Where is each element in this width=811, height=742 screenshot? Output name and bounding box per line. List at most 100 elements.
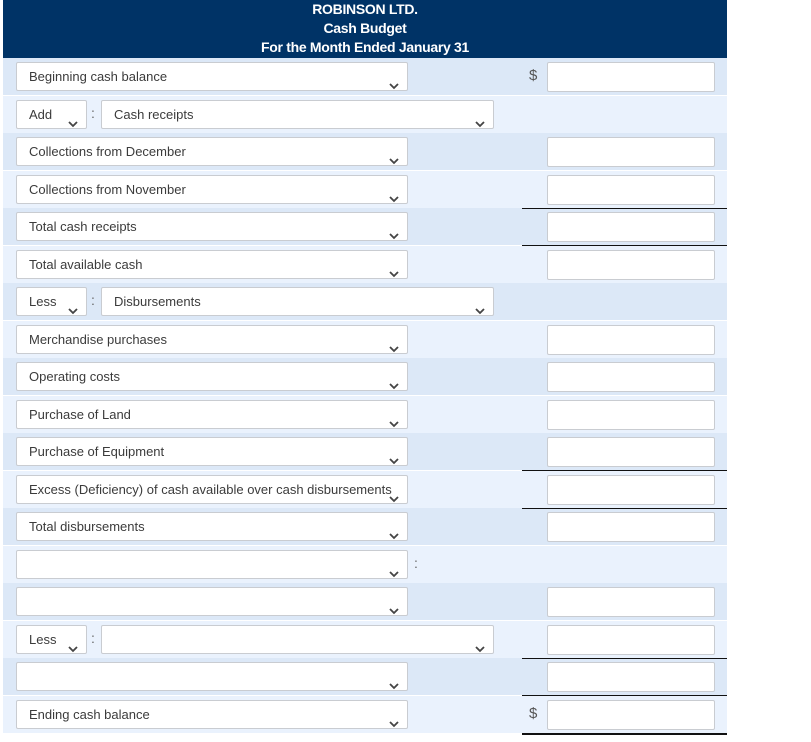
chevron-down-icon: [389, 597, 399, 615]
total-underline: [522, 507, 727, 509]
budget-row: Operating costs: [3, 358, 727, 395]
amount-input[interactable]: [547, 362, 715, 392]
amount-input[interactable]: [547, 587, 715, 617]
amount-input[interactable]: [547, 62, 715, 92]
budget-row: Purchase of Equipment: [3, 433, 727, 470]
budget-row: Total disbursements: [3, 508, 727, 545]
budget-row: Purchase of Land: [3, 395, 727, 433]
amount-input[interactable]: [547, 474, 715, 505]
chevron-down-icon: [389, 560, 399, 577]
chevron-down-icon: [389, 485, 399, 502]
chevron-down-icon: [389, 710, 399, 727]
amount-input[interactable]: [547, 699, 715, 730]
amount-input[interactable]: [547, 324, 715, 355]
chevron-down-icon: [475, 297, 485, 315]
line-item-select[interactable]: [16, 662, 408, 691]
budget-row: Merchandise purchases: [3, 320, 727, 358]
select-value: Collections from December: [29, 144, 186, 159]
section-heading-select[interactable]: [101, 624, 494, 654]
line-item-select[interactable]: Operating costs: [16, 362, 408, 391]
total-underline: [522, 245, 727, 246]
budget-row: Excess (Deficiency) of cash available ov…: [3, 470, 727, 508]
add-less-select[interactable]: Less: [16, 624, 87, 654]
budget-row: Beginning cash balance $: [3, 58, 727, 95]
select-value: Total cash receipts: [29, 219, 137, 234]
colon-separator: :: [91, 104, 95, 121]
chevron-down-icon: [68, 297, 78, 315]
colon-separator: :: [414, 554, 418, 571]
heading-select[interactable]: [16, 549, 408, 579]
budget-row: Collections from December: [3, 133, 727, 170]
budget-row: Ending cash balance $: [3, 695, 727, 733]
select-value: Total disbursements: [29, 519, 145, 534]
budget-row: Collections from November: [3, 170, 727, 208]
select-value: Disbursements: [114, 294, 201, 309]
amount-input[interactable]: [547, 662, 715, 692]
line-item-select[interactable]: Purchase of Equipment: [16, 437, 408, 466]
select-value: Collections from November: [29, 181, 186, 197]
select-value: Operating costs: [29, 369, 121, 384]
amount-input[interactable]: [547, 399, 715, 430]
chevron-down-icon: [389, 522, 399, 540]
budget-row: [3, 583, 727, 620]
chevron-down-icon: [389, 222, 399, 240]
section-heading-select[interactable]: Disbursements: [101, 287, 494, 316]
chevron-down-icon: [389, 147, 399, 165]
select-value: Merchandise purchases: [29, 331, 168, 347]
budget-row: Add: Cash receipts: [3, 95, 727, 133]
chevron-down-icon: [389, 335, 399, 352]
select-value: Purchase of Land: [29, 406, 131, 422]
total-underline: [522, 470, 727, 471]
chevron-down-icon: [475, 110, 485, 127]
line-item-select[interactable]: Purchase of Land: [16, 399, 408, 429]
company-name: ROBINSON LTD.: [312, 1, 418, 17]
line-item-select[interactable]: Total available cash: [16, 249, 408, 279]
select-value: Cash receipts: [114, 106, 194, 122]
amount-input[interactable]: [547, 174, 715, 205]
section-heading-select[interactable]: Cash receipts: [101, 99, 494, 129]
amount-input[interactable]: [547, 249, 715, 280]
line-item-select[interactable]: Collections from December: [16, 137, 408, 166]
statement-header: ROBINSON LTD. Cash Budget For the Month …: [3, 0, 727, 58]
budget-row: [3, 658, 727, 695]
select-value: Ending cash balance: [29, 706, 150, 722]
line-item-select[interactable]: Total cash receipts: [16, 212, 408, 241]
amount-input[interactable]: [547, 137, 715, 167]
amount-input[interactable]: [547, 212, 715, 242]
line-item-select[interactable]: Excess (Deficiency) of cash available ov…: [16, 474, 408, 504]
add-less-select[interactable]: Add: [16, 99, 87, 129]
chevron-down-icon: [389, 372, 399, 390]
add-less-select[interactable]: Less: [16, 287, 87, 316]
total-underline: [522, 207, 727, 209]
select-value: Total available cash: [29, 256, 143, 272]
chevron-down-icon: [389, 447, 399, 465]
select-value: Add: [29, 106, 53, 122]
chevron-down-icon: [389, 410, 399, 427]
chevron-down-icon: [68, 635, 78, 652]
line-item-select[interactable]: Beginning cash balance: [16, 62, 408, 91]
select-value: Less: [29, 631, 57, 647]
line-item-select[interactable]: Ending cash balance: [16, 699, 408, 729]
line-item-select[interactable]: [16, 587, 408, 616]
budget-row: Total available cash: [3, 245, 727, 283]
amount-input[interactable]: [547, 624, 715, 655]
budget-row: Less:: [3, 620, 727, 658]
chevron-down-icon: [389, 185, 399, 202]
chevron-down-icon: [475, 635, 485, 652]
statement-period: For the Month Ended January 31: [260, 39, 470, 55]
total-underline: [522, 695, 727, 696]
amount-input[interactable]: [547, 437, 715, 467]
budget-row: :: [3, 545, 727, 583]
statement-title: Cash Budget: [323, 20, 407, 36]
line-item-select[interactable]: Total disbursements: [16, 512, 408, 541]
dollar-sign: $: [529, 67, 538, 84]
dollar-sign: $: [529, 704, 538, 722]
line-item-select[interactable]: Collections from November: [16, 174, 408, 204]
amount-input[interactable]: [547, 512, 715, 542]
total-underline: [522, 657, 727, 659]
chevron-down-icon: [68, 110, 78, 127]
select-value: Less: [29, 294, 57, 309]
double-underline: [522, 732, 727, 735]
select-value: Excess (Deficiency) of cash available ov…: [29, 481, 392, 497]
line-item-select[interactable]: Merchandise purchases: [16, 324, 408, 354]
